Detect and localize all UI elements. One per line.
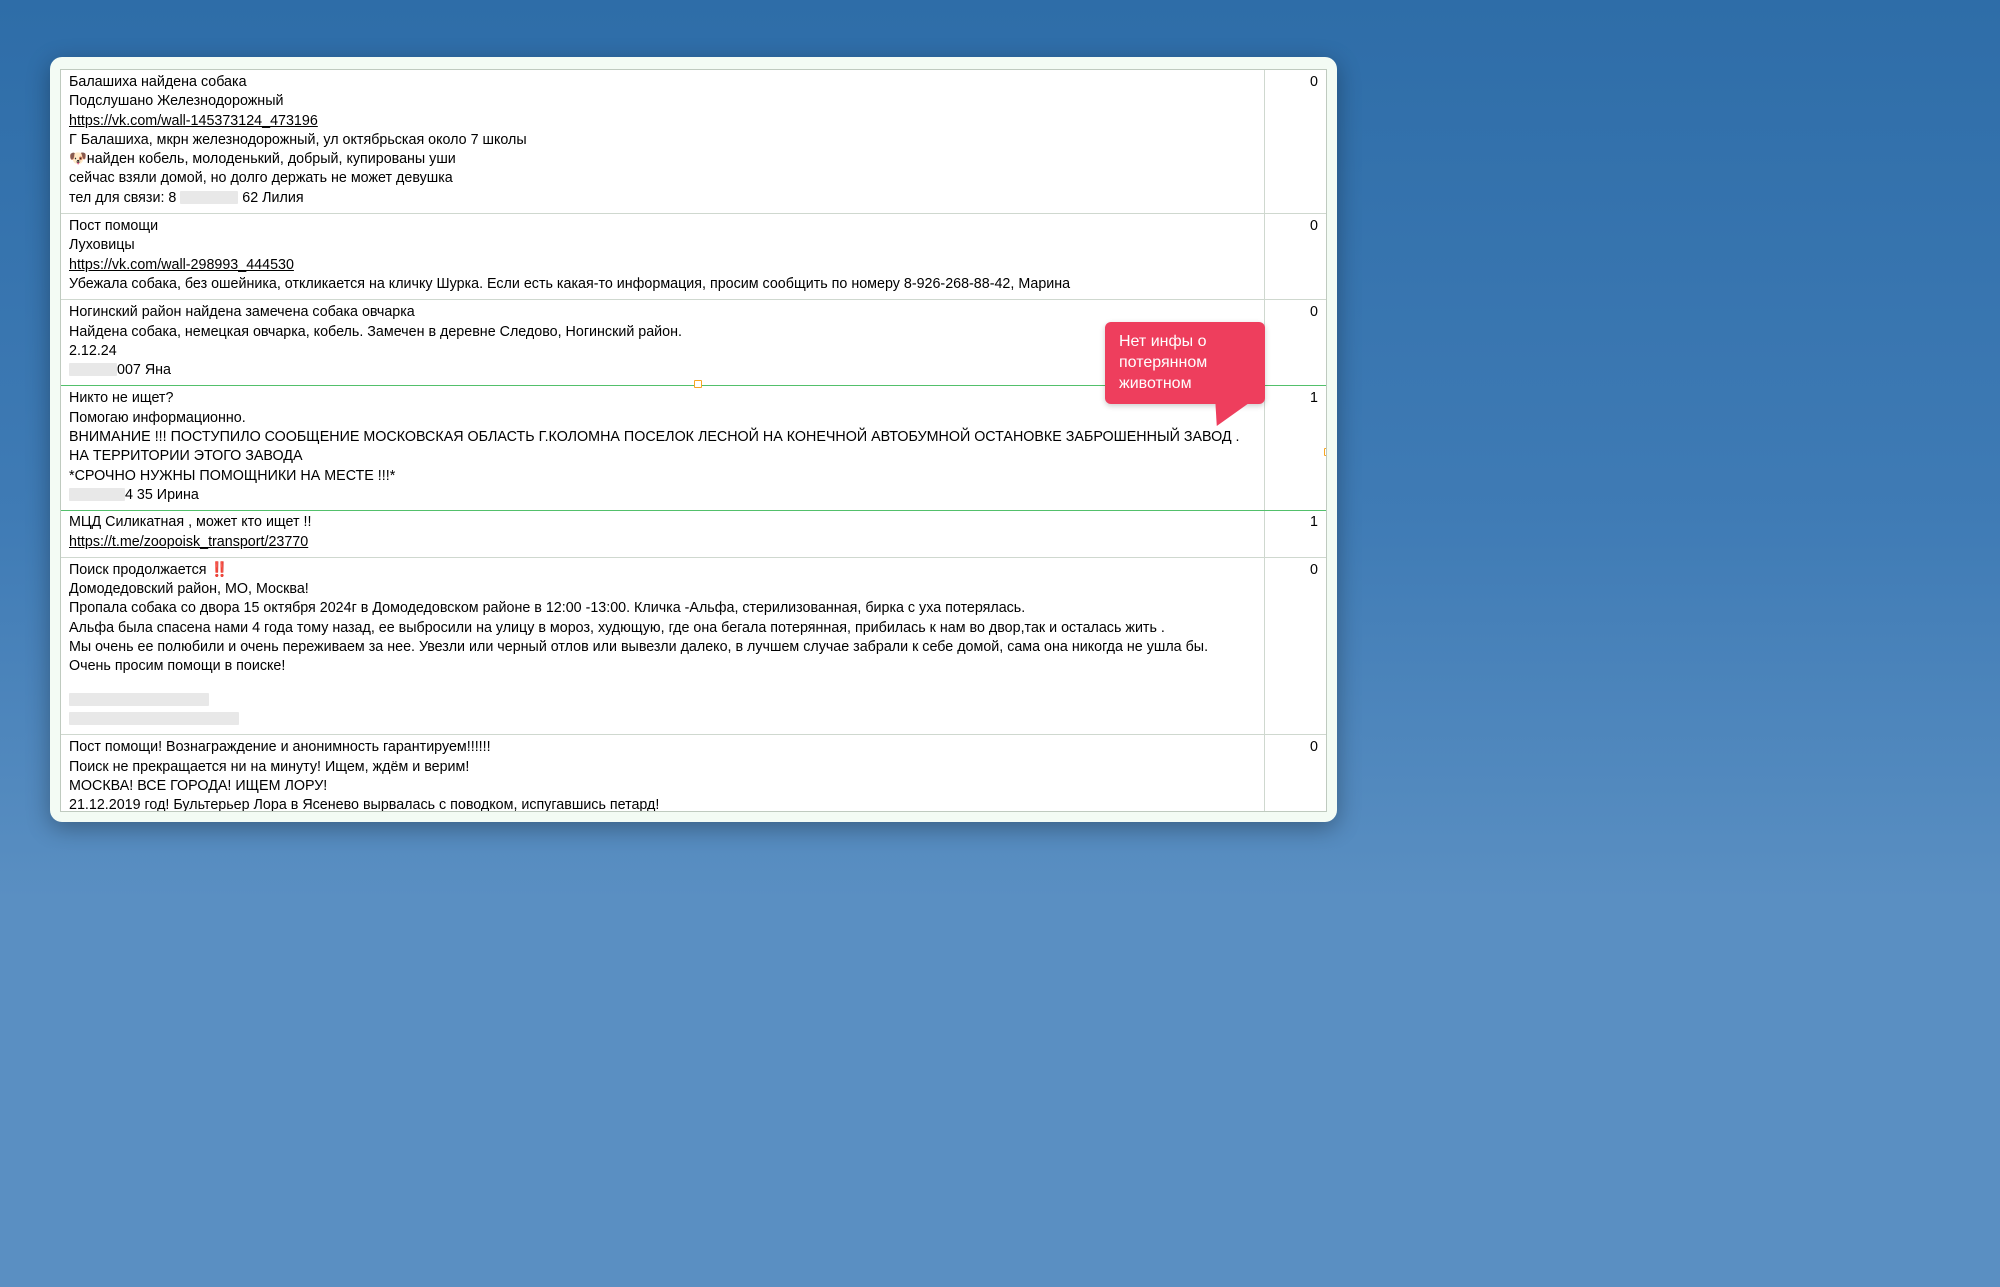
annotation-callout: Нет инфы о потерянном животном xyxy=(1105,322,1265,404)
text-line: Поиск продолжается ‼️ xyxy=(69,561,1256,580)
redacted-span xyxy=(69,488,125,501)
row-text-cell: Ногинский район найдена замечена собака … xyxy=(61,300,1264,385)
text-line: 21.12.2019 год! Бультерьер Лора в Ясенев… xyxy=(69,796,1256,812)
hyperlink[interactable]: https://vk.com/wall-298993_444530 xyxy=(69,257,294,273)
text-line: Пропала собака со двора 15 октября 2024г… xyxy=(69,599,1256,618)
text-content: МЦД Силикатная , может кто ищет !! xyxy=(69,514,311,530)
text-line: Поиск не прекращается ни на минуту! Ищем… xyxy=(69,758,1256,777)
selection-handle-icon xyxy=(694,380,702,388)
text-line: МЦД Силикатная , может кто ищет !! xyxy=(69,513,1256,532)
app-window: Балашиха найдена собака Подслушано Железн… xyxy=(50,57,1337,822)
text-line: Пост помощи! Вознаграждение и анонимност… xyxy=(69,738,1256,757)
row-number-cell: 1 xyxy=(1264,510,1326,557)
row-text-cell: Пост помощи! Вознаграждение и анонимност… xyxy=(61,735,1264,812)
text-line: Помогаю информационно. xyxy=(69,409,1256,428)
text-line: Балашиха найдена собака xyxy=(69,73,1256,92)
row-number-cell: 0 xyxy=(1264,558,1326,734)
row-number-cell: 0 xyxy=(1264,735,1326,812)
text-content: *СРОЧНО НУЖНЫ ПОМОЩНИКИ НА МЕСТЕ !!!* xyxy=(69,468,395,484)
text-line: Альфа была спасена нами 4 года тому наза… xyxy=(69,619,1256,638)
text-line: тел для связи: 8 62 Лилия xyxy=(69,189,1256,208)
text-content: ВНИМАНИЕ !!! ПОСТУПИЛО СООБЩЕНИЕ МОСКОВС… xyxy=(69,429,1240,464)
hyperlink[interactable]: https://t.me/zoopoisk_transport/23770 xyxy=(69,534,308,550)
text-content: Пропала собака со двора 15 октября 2024г… xyxy=(69,600,1025,616)
text-line: Пост помощи xyxy=(69,217,1256,236)
table-row: МЦД Силикатная , может кто ищет !! https:… xyxy=(61,510,1326,558)
text-content: Убежала собака, без ошейника, откликаетс… xyxy=(69,276,1070,292)
text-line: 2.12.24 xyxy=(69,342,1256,361)
text-content: Поиск продолжается ‼️ xyxy=(69,562,228,578)
text-fragment: 4 35 Ирина xyxy=(125,487,199,503)
redacted-span xyxy=(69,693,209,706)
row-number-cell: 0 xyxy=(1264,70,1326,213)
text-fragment: 62 Лилия xyxy=(238,190,303,206)
text-content: Балашиха найдена собака xyxy=(69,74,247,90)
text-line xyxy=(69,677,1256,691)
text-line: https://vk.com/wall-298993_444530 xyxy=(69,256,1256,275)
text-line: Подслушано Железнодорожный xyxy=(69,92,1256,111)
table-row: Никто не ищет? Помогаю информационно. ВНИМ… xyxy=(60,385,1327,511)
text-line: 007 Яна xyxy=(69,361,1256,380)
text-line: 🐶найден кобель, молоденький, добрый, куп… xyxy=(69,150,1256,169)
text-line xyxy=(69,710,1256,729)
text-content: Помогаю информационно. xyxy=(69,410,246,426)
data-grid: Балашиха найдена собака Подслушано Железн… xyxy=(60,69,1327,812)
row-number-cell: 0 xyxy=(1264,300,1326,385)
text-line: https://t.me/zoopoisk_transport/23770 xyxy=(69,533,1256,552)
text-content: МОСКВА! ВСЕ ГОРОДА! ИЩЕМ ЛОРУ! xyxy=(69,778,327,794)
text-line: Найдена собака, немецкая овчарка, кобель… xyxy=(69,323,1256,342)
text-line: Убежала собака, без ошейника, откликаетс… xyxy=(69,275,1256,294)
text-content: Найдена собака, немецкая овчарка, кобель… xyxy=(69,324,682,340)
redacted-span xyxy=(69,712,239,725)
text-line: сейчас взяли домой, но долго держать не … xyxy=(69,169,1256,188)
text-fragment: 007 Яна xyxy=(117,362,171,378)
text-content: сейчас взяли домой, но долго держать не … xyxy=(69,170,453,186)
text-line: Домодедовский район, МО, Москва! xyxy=(69,580,1256,599)
text-content: Подслушано Железнодорожный xyxy=(69,93,283,109)
selection-handle-icon xyxy=(1324,448,1327,456)
text-line: Луховицы xyxy=(69,236,1256,255)
text-content: Луховицы xyxy=(69,237,135,253)
hyperlink[interactable]: https://vk.com/wall-145373124_473196 xyxy=(69,113,318,129)
table-row: Балашиха найдена собака Подслушано Железн… xyxy=(61,70,1326,214)
text-content: Пост помощи! Вознаграждение и анонимност… xyxy=(69,739,491,755)
text-content: Пост помощи xyxy=(69,218,158,234)
text-content: Никто не ищет? xyxy=(69,390,173,406)
text-fragment: тел для связи: 8 xyxy=(69,190,180,206)
text-line: ВНИМАНИЕ !!! ПОСТУПИЛО СООБЩЕНИЕ МОСКОВС… xyxy=(69,428,1256,467)
text-content: Альфа была спасена нами 4 года тому наза… xyxy=(69,620,1165,636)
row-text-cell: МЦД Силикатная , может кто ищет !! https:… xyxy=(61,510,1264,557)
text-line: МОСКВА! ВСЕ ГОРОДА! ИЩЕМ ЛОРУ! xyxy=(69,777,1256,796)
row-text-cell: Никто не ищет? Помогаю информационно. ВНИМ… xyxy=(61,386,1264,510)
table-row: Поиск продолжается ‼️ Домодедовский район… xyxy=(61,558,1326,735)
text-line: 4 35 Ирина xyxy=(69,486,1256,505)
redacted-span xyxy=(69,363,117,376)
text-content: Домодедовский район, МО, Москва! xyxy=(69,581,309,597)
text-line: *СРОЧНО НУЖНЫ ПОМОЩНИКИ НА МЕСТЕ !!!* xyxy=(69,467,1256,486)
text-line: Никто не ищет? xyxy=(69,389,1256,408)
text-content: Мы очень ее полюбили и очень переживаем … xyxy=(69,639,1208,655)
table-row: Пост помощи! Вознаграждение и анонимност… xyxy=(61,735,1326,812)
row-text-cell: Пост помощи Луховицы https://vk.com/wall-2… xyxy=(61,214,1264,299)
row-text-cell: Поиск продолжается ‼️ Домодедовский район… xyxy=(61,558,1264,734)
text-content: 21.12.2019 год! Бультерьер Лора в Ясенев… xyxy=(69,797,659,812)
text-content: 🐶найден кобель, молоденький, добрый, куп… xyxy=(69,151,456,167)
table-row: Пост помощи Луховицы https://vk.com/wall-2… xyxy=(61,214,1326,300)
row-text-cell: Балашиха найдена собака Подслушано Железн… xyxy=(61,70,1264,213)
text-line: Ногинский район найдена замечена собака … xyxy=(69,303,1256,322)
text-content: Г Балашиха, мкрн железнодорожный, ул окт… xyxy=(69,132,527,148)
text-content: 2.12.24 xyxy=(69,343,117,359)
redacted-span xyxy=(180,191,238,204)
text-content: Очень просим помощи в поиске! xyxy=(69,658,285,674)
text-line: Г Балашиха, мкрн железнодорожный, ул окт… xyxy=(69,131,1256,150)
row-number-cell: 0 xyxy=(1264,214,1326,299)
row-number-cell: 1 xyxy=(1264,386,1326,510)
text-line: Очень просим помощи в поиске! xyxy=(69,657,1256,676)
text-content: Ногинский район найдена замечена собака … xyxy=(69,304,415,320)
text-line: https://vk.com/wall-145373124_473196 xyxy=(69,112,1256,131)
text-line: Мы очень ее полюбили и очень переживаем … xyxy=(69,638,1256,657)
text-line xyxy=(69,691,1256,710)
callout-text: Нет инфы о потерянном животном xyxy=(1119,333,1207,392)
text-content: Поиск не прекращается ни на минуту! Ищем… xyxy=(69,759,469,775)
